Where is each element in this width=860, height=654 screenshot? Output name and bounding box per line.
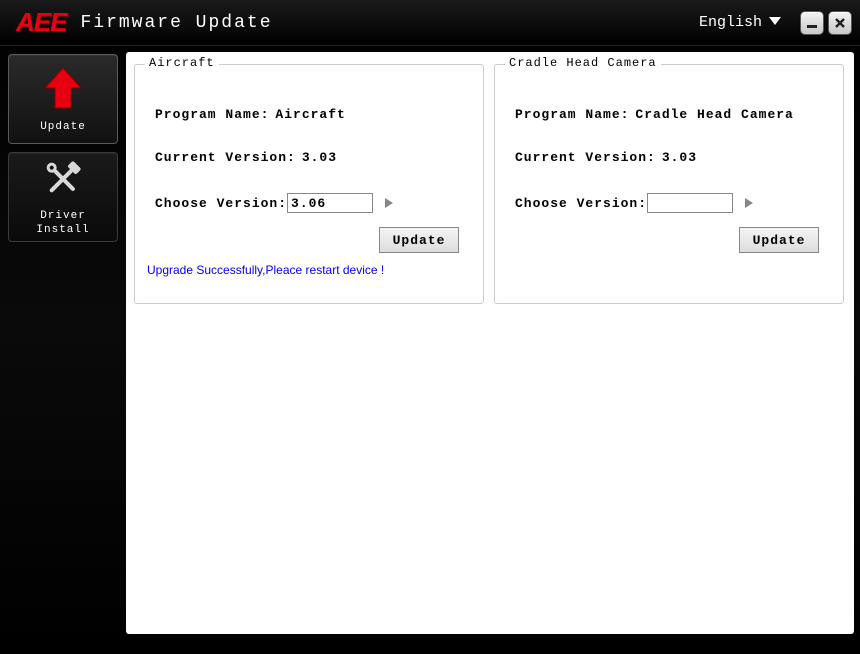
sidebar-update-label: Update xyxy=(40,121,86,134)
chevron-down-icon xyxy=(768,14,782,31)
upload-arrow-icon xyxy=(39,64,87,117)
language-selector[interactable]: English xyxy=(699,14,782,31)
window-title: Firmware Update xyxy=(80,13,699,33)
aircraft-choose-row: Choose Version: xyxy=(155,193,469,213)
cradle-choose-row: Choose Version: xyxy=(515,193,829,213)
cradle-update-button[interactable]: Update xyxy=(739,227,819,253)
sidebar: Update Driv xyxy=(6,52,122,634)
window-body: Update Driv xyxy=(0,46,860,654)
aircraft-version-input[interactable] xyxy=(287,193,373,213)
sidebar-item-driver-install[interactable]: Driver Install xyxy=(8,152,118,242)
aircraft-current-row: Current Version: 3.03 xyxy=(155,150,469,165)
aircraft-status-message: Upgrade Successfully,Pleace restart devi… xyxy=(147,253,469,277)
cradle-version-dropdown[interactable] xyxy=(743,196,755,210)
tools-icon xyxy=(41,157,85,206)
minimize-button[interactable] xyxy=(800,11,824,35)
program-name-label: Program Name: xyxy=(155,107,269,122)
cradle-current-row: Current Version: 3.03 xyxy=(515,150,829,165)
titlebar: AEE Firmware Update English xyxy=(0,0,860,46)
program-name-value: Cradle Head Camera xyxy=(635,107,793,122)
sidebar-driver-label: Driver Install xyxy=(36,210,89,236)
content-area: Aircraft Program Name: Aircraft Current … xyxy=(126,52,854,634)
cradle-version-input[interactable] xyxy=(647,193,733,213)
choose-version-label: Choose Version: xyxy=(155,196,287,211)
current-version-value: 3.03 xyxy=(662,150,697,165)
logo: AEE xyxy=(16,7,66,38)
current-version-label: Current Version: xyxy=(515,150,656,165)
aircraft-group: Aircraft Program Name: Aircraft Current … xyxy=(134,64,484,304)
app-window: AEE Firmware Update English Update xyxy=(0,0,860,654)
cradle-program-row: Program Name: Cradle Head Camera xyxy=(515,107,829,122)
aircraft-update-button[interactable]: Update xyxy=(379,227,459,253)
sidebar-item-update[interactable]: Update xyxy=(8,54,118,144)
choose-version-label: Choose Version: xyxy=(515,196,647,211)
program-name-label: Program Name: xyxy=(515,107,629,122)
aircraft-legend: Aircraft xyxy=(145,56,219,70)
cradle-legend: Cradle Head Camera xyxy=(505,56,661,70)
cradle-group: Cradle Head Camera Program Name: Cradle … xyxy=(494,64,844,304)
close-button[interactable] xyxy=(828,11,852,35)
aircraft-version-dropdown[interactable] xyxy=(383,196,395,210)
current-version-value: 3.03 xyxy=(302,150,337,165)
aircraft-program-row: Program Name: Aircraft xyxy=(155,107,469,122)
language-label: English xyxy=(699,14,762,31)
program-name-value: Aircraft xyxy=(275,107,345,122)
current-version-label: Current Version: xyxy=(155,150,296,165)
